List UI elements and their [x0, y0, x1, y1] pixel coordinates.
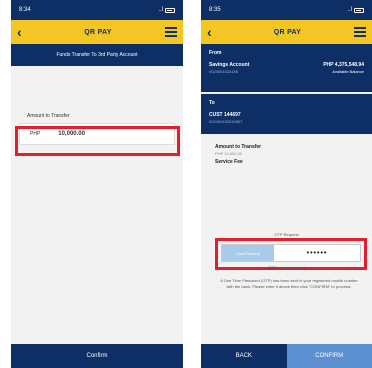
available-balance-label: Available Balance [332, 69, 364, 74]
status-bar: 8:35 ..l [201, 0, 372, 20]
chevron-left-icon[interactable]: ‹ [207, 25, 221, 39]
confirm-button[interactable]: Confirm [11, 344, 183, 368]
phone-screen-amount-entry: 8:34 ..l ‹ QR PAY Funds Transfer To 3rd … [11, 0, 183, 368]
available-balance: PHP 4,375,548.94 [323, 62, 364, 68]
status-indicators: ..l [347, 7, 364, 13]
chevron-left-icon[interactable]: ‹ [17, 25, 31, 39]
from-account-panel: From Savings Account 0024001023155 PHP 4… [201, 44, 372, 92]
battery-icon [354, 7, 364, 13]
app-header: ‹ QR PAY [11, 20, 183, 44]
page-title: QR PAY [84, 28, 112, 36]
amount-summary: Amount to Transfer PHP 10,000.00 [201, 144, 372, 156]
subheader: Funds Transfer To 3rd Party Account [11, 44, 183, 66]
amount-label: Amount to Transfer [215, 144, 262, 150]
from-account-row: Savings Account 0024001023155 PHP 4,375,… [209, 62, 364, 74]
amount-label: Amount to Transfer [27, 113, 70, 119]
hamburger-menu-icon[interactable] [164, 27, 177, 37]
from-account-name: Savings Account [209, 62, 250, 68]
hamburger-menu-icon[interactable] [353, 27, 366, 37]
action-bar: BACK CONFIRM [201, 344, 372, 368]
amount-value: PHP 10,000.00 [215, 151, 243, 156]
otp-title: OTP Request [274, 232, 299, 237]
app-header: ‹ QR PAY [201, 20, 372, 44]
to-account-name: CUST 144697 [209, 112, 241, 118]
status-time: 8:35 [209, 7, 221, 13]
status-time: 8:34 [19, 7, 31, 13]
phone-screen-otp-confirm: 8:35 ..l ‹ QR PAY From Savings Account 0… [201, 0, 372, 368]
to-heading: To [209, 100, 215, 106]
signal-icon: ..l [158, 7, 163, 13]
to-account-panel: To CUST 144697 002400100234567 [201, 94, 372, 134]
battery-icon [165, 7, 175, 13]
signal-icon: ..l [347, 7, 352, 13]
confirm-button[interactable]: CONFIRM [286, 344, 372, 368]
service-fee-label: Service Fee [215, 159, 243, 165]
from-account-number: 0024001023155 [209, 69, 238, 74]
screenshot-stage: 8:34 ..l ‹ QR PAY Funds Transfer To 3rd … [0, 0, 372, 368]
to-account-number: 002400100234567 [209, 119, 243, 124]
from-heading: From [209, 50, 222, 56]
otp-countdown: (238 secs remaining) [267, 265, 306, 270]
highlight-frame-amount [15, 126, 180, 156]
status-bar: 8:34 ..l [11, 0, 183, 20]
back-button[interactable]: BACK [201, 344, 287, 368]
page-title: QR PAY [273, 28, 302, 36]
otp-instructions: A One Time Password (OTP) has been sent … [220, 278, 358, 289]
status-indicators: ..l [158, 7, 175, 13]
service-fee-summary: Service Fee [201, 159, 372, 165]
